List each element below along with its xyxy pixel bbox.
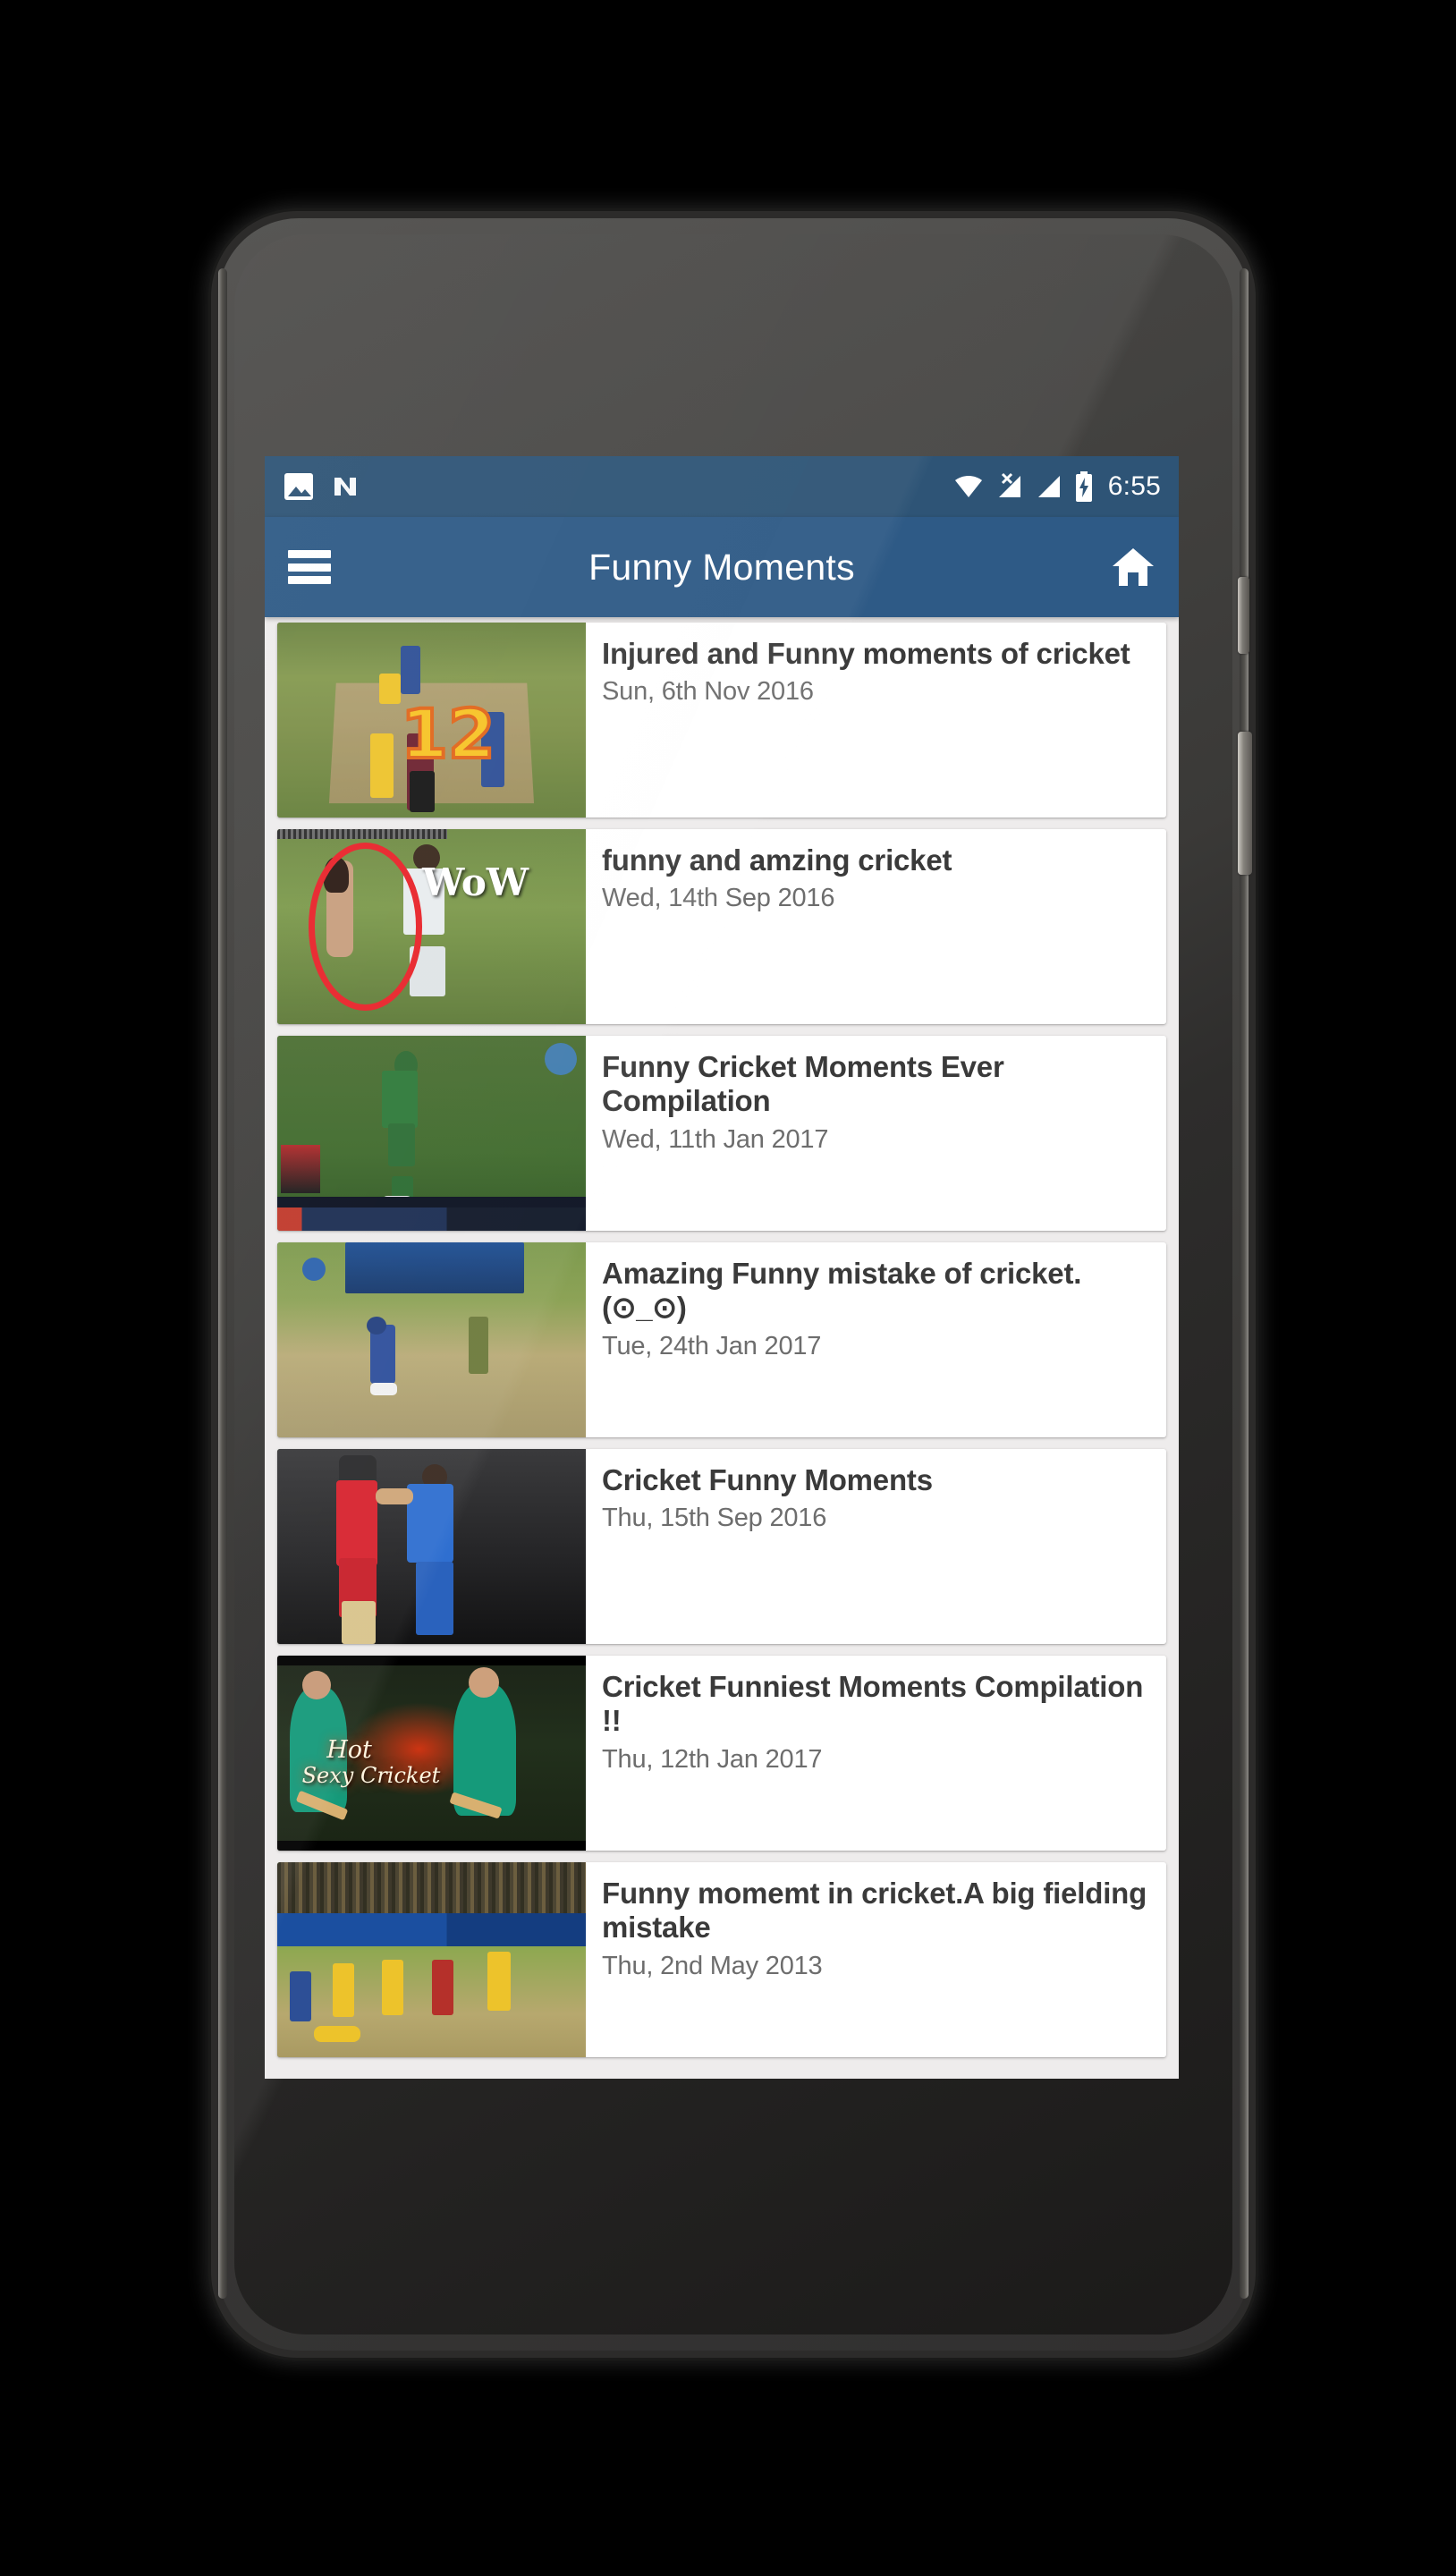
app-bar: Funny Moments bbox=[265, 517, 1179, 617]
list-item-date: Sun, 6th Nov 2016 bbox=[602, 677, 814, 707]
image-icon bbox=[284, 473, 313, 500]
list-item[interactable]: Amazing Funny mistake of cricket. (⊙_⊙) … bbox=[277, 1242, 1166, 1437]
status-bar-left-icons bbox=[284, 472, 360, 501]
android-n-icon bbox=[334, 478, 356, 496]
list-item-title: Funny Cricket Moments Ever Compilation bbox=[602, 1050, 1004, 1118]
list-item-text: Cricket Funniest Moments Compilation !! … bbox=[586, 1656, 1166, 1851]
video-thumbnail bbox=[277, 1036, 586, 1231]
list-item-date: Thu, 15th Sep 2016 bbox=[602, 1504, 827, 1533]
list-item[interactable]: 12 Injured and Funny moments of cricket … bbox=[277, 623, 1166, 818]
thumb-red-circle bbox=[308, 843, 423, 1011]
list-item-title: Injured and Funny moments of cricket bbox=[602, 637, 1130, 670]
list-item-date: Wed, 11th Jan 2017 bbox=[602, 1124, 829, 1154]
list-item-date: Tue, 24th Jan 2017 bbox=[602, 1331, 822, 1360]
video-thumbnail bbox=[277, 1449, 586, 1644]
list-item-text: funny and amzing cricket Wed, 14th Sep 2… bbox=[586, 829, 1166, 1024]
list-item-date: Thu, 2nd May 2013 bbox=[602, 1951, 823, 1980]
video-thumbnail: Hot Sexy Cricket bbox=[277, 1656, 586, 1851]
thumb-wow-text: WoW bbox=[422, 860, 529, 904]
thumb-hot-text: Hot bbox=[326, 1735, 372, 1764]
video-thumbnail: 12 bbox=[277, 623, 586, 818]
page-title: Funny Moments bbox=[588, 546, 855, 588]
power-button[interactable] bbox=[1238, 577, 1249, 654]
phone-right-rail bbox=[1240, 268, 1249, 2299]
phone-screen: 6:55 Funny Moments 12 Injured and Funny … bbox=[265, 456, 1179, 2079]
list-item-title: funny and amzing cricket bbox=[602, 843, 952, 877]
home-icon[interactable] bbox=[1111, 547, 1155, 588]
no-sim-signal-icon bbox=[998, 472, 1020, 497]
status-bar-right-icons: 6:55 bbox=[953, 471, 1161, 502]
video-thumbnail bbox=[277, 1862, 586, 2057]
thumb-live-badge bbox=[545, 1043, 577, 1075]
thumb-sexy-cricket-text: Sexy Cricket bbox=[301, 1763, 441, 1789]
wifi-icon bbox=[954, 476, 982, 497]
thumb-overlay-text: 12 bbox=[399, 694, 497, 775]
status-bar: 6:55 bbox=[265, 456, 1179, 517]
list-item[interactable]: Funny momemt in cricket.A big fielding m… bbox=[277, 1862, 1166, 2057]
volume-rocker-button[interactable] bbox=[1238, 732, 1252, 875]
list-item-title: Cricket Funniest Moments Compilation !! bbox=[602, 1670, 1144, 1738]
list-item[interactable]: Hot Sexy Cricket Cricket Funniest Moment… bbox=[277, 1656, 1166, 1851]
thumb-scorebug bbox=[281, 1145, 320, 1193]
thumb-league-banner bbox=[344, 1242, 524, 1293]
list-item-title: Amazing Funny mistake of cricket. (⊙_⊙) bbox=[602, 1257, 1082, 1325]
list-item[interactable]: WoW funny and amzing cricket Wed, 14th S… bbox=[277, 829, 1166, 1024]
hamburger-menu-icon[interactable] bbox=[288, 550, 331, 584]
video-thumbnail bbox=[277, 1242, 586, 1437]
battery-charging-icon bbox=[1075, 471, 1092, 502]
list-item-title: Cricket Funny Moments bbox=[602, 1463, 933, 1496]
list-item-text: Funny Cricket Moments Ever Compilation W… bbox=[586, 1036, 1166, 1231]
list-item-text: Cricket Funny Moments Thu, 15th Sep 2016 bbox=[586, 1449, 1166, 1644]
status-bar-clock: 6:55 bbox=[1107, 471, 1161, 501]
signal-bars-icon bbox=[1037, 476, 1060, 497]
list-item-date: Wed, 14th Sep 2016 bbox=[602, 884, 835, 913]
video-list[interactable]: 12 Injured and Funny moments of cricket … bbox=[265, 617, 1179, 2079]
phone-left-rail bbox=[218, 268, 227, 2299]
list-item-date: Thu, 12th Jan 2017 bbox=[602, 1744, 823, 1774]
list-item-title: Funny momemt in cricket.A big fielding m… bbox=[602, 1877, 1147, 1945]
list-item-text: Funny momemt in cricket.A big fielding m… bbox=[586, 1862, 1166, 2057]
list-item-text: Amazing Funny mistake of cricket. (⊙_⊙) … bbox=[586, 1242, 1166, 1437]
video-thumbnail: WoW bbox=[277, 829, 586, 1024]
list-item-text: Injured and Funny moments of cricket Sun… bbox=[586, 623, 1166, 818]
list-item[interactable]: Funny Cricket Moments Ever Compilation W… bbox=[277, 1036, 1166, 1231]
screenshot-root: 6:55 Funny Moments 12 Injured and Funny … bbox=[0, 0, 1456, 2576]
list-item[interactable]: Cricket Funny Moments Thu, 15th Sep 2016 bbox=[277, 1449, 1166, 1644]
